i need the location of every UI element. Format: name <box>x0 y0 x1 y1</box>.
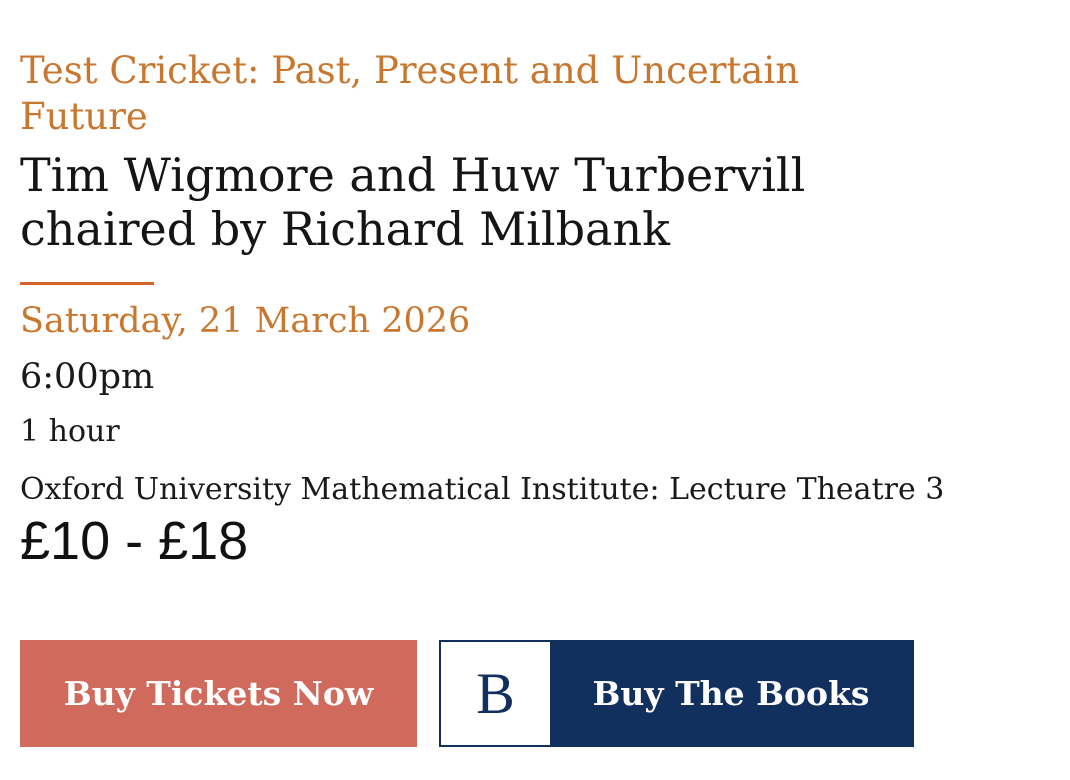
buy-books-label: Buy The Books <box>592 674 870 713</box>
event-duration: 1 hour <box>20 414 120 449</box>
event-time: 6:00pm <box>20 357 155 397</box>
event-venue: Oxford University Mathematical Institute… <box>20 472 945 507</box>
action-buttons: Buy Tickets Now B Buy The Books <box>20 640 914 747</box>
title-divider <box>20 282 154 285</box>
event-card: Test Cricket: Past, Present and Uncertai… <box>20 48 1020 571</box>
buy-books-button[interactable]: B Buy The Books <box>439 640 914 747</box>
event-price: £10 - £18 <box>20 511 249 571</box>
bookshop-b-logo-icon: B <box>441 642 550 745</box>
series-title: Test Cricket: Past, Present and Uncertai… <box>20 49 800 138</box>
buy-tickets-button[interactable]: Buy Tickets Now <box>20 640 417 747</box>
event-title-line1: Tim Wigmore and Huw Turbervill <box>20 148 806 202</box>
event-date: Saturday, 21 March 2026 <box>20 301 471 341</box>
event-title: Tim Wigmore and Huw Turbervill chaired b… <box>20 148 920 256</box>
event-title-line2: chaired by Richard Milbank <box>20 202 670 256</box>
